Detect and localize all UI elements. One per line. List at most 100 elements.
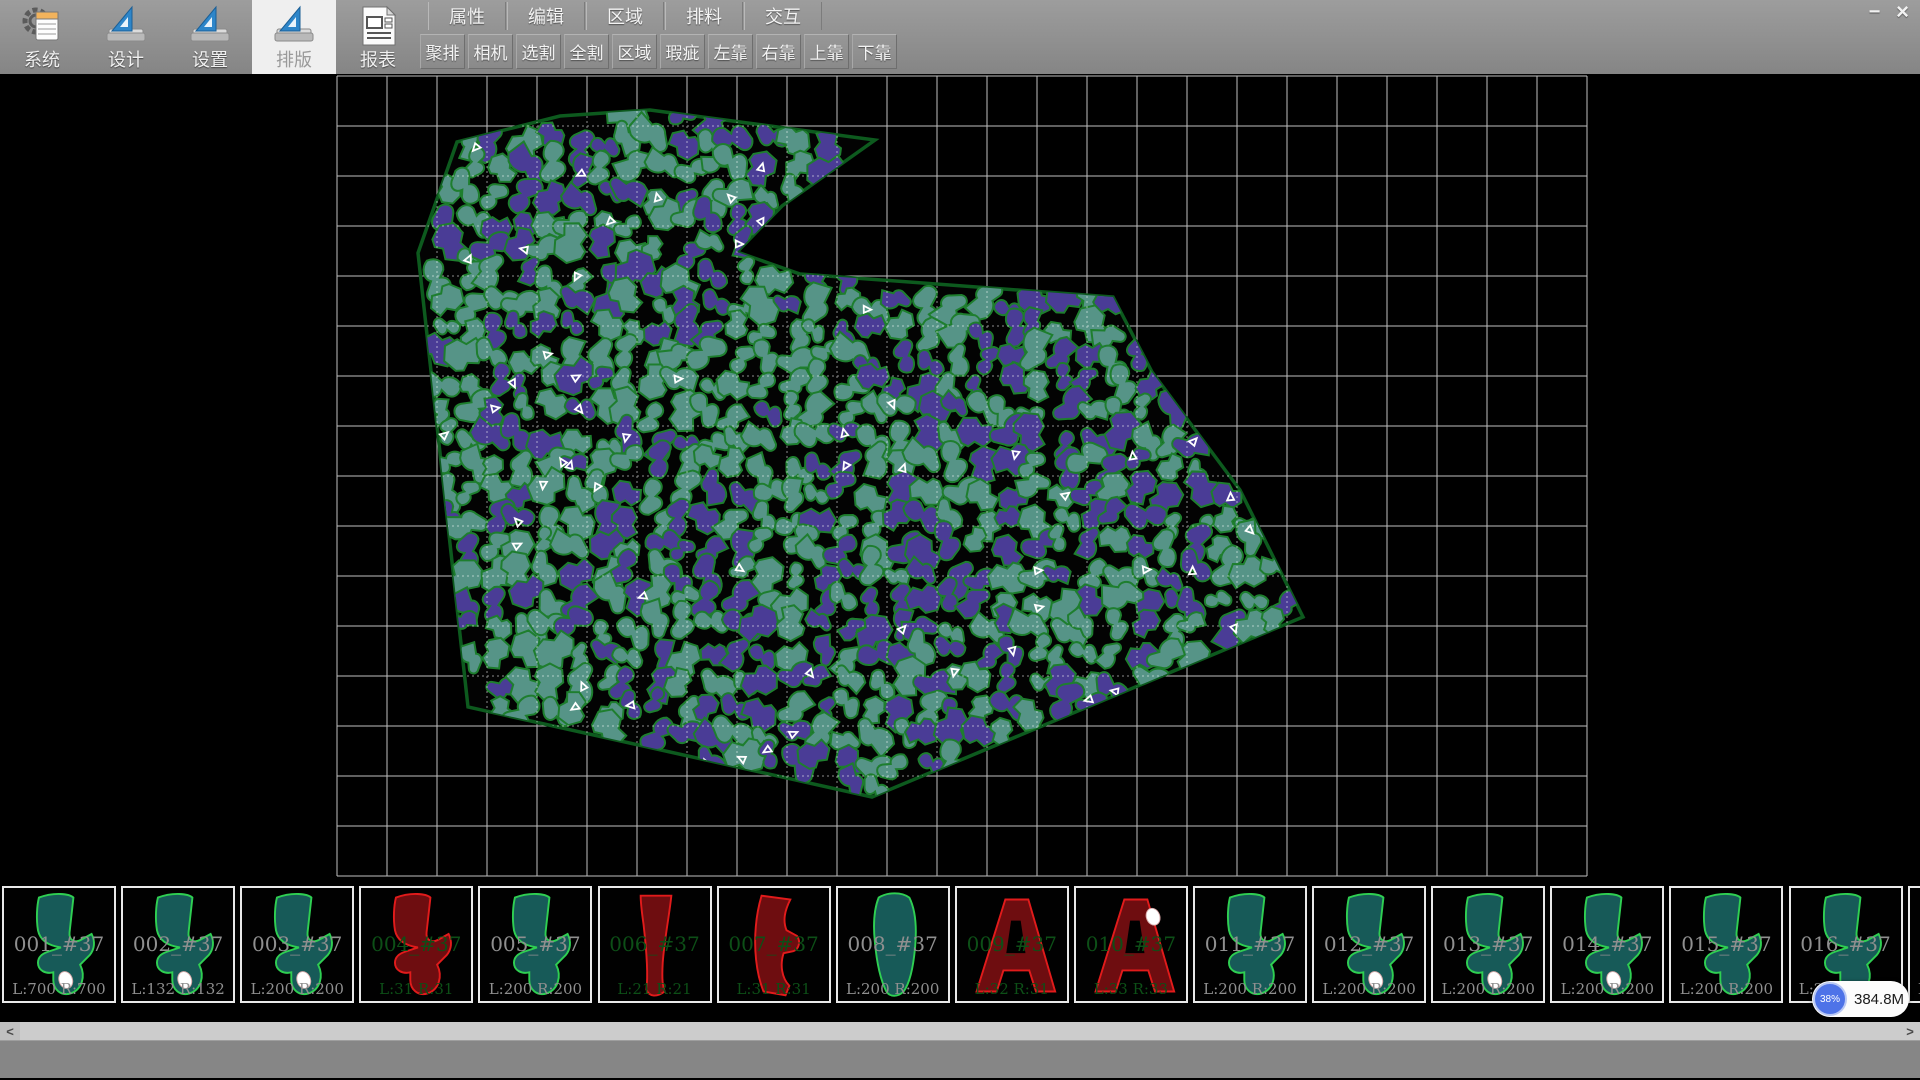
thumbnail-cell-13[interactable]: 013_#37 L:200 R:200 xyxy=(1431,886,1545,1003)
scroll-right-button[interactable]: > xyxy=(1900,1022,1920,1040)
action-button-3[interactable]: 选割 xyxy=(516,34,561,69)
menu-tab-2[interactable]: 编辑 xyxy=(507,2,585,30)
thumbnail-id-label: 016_#37 xyxy=(1791,932,1901,956)
gear-doc-icon xyxy=(25,10,58,40)
thumbnail-lr-label: L:32 R:31 xyxy=(957,980,1067,998)
thumbnail-cell-12[interactable]: 012_#37 L:200 R:200 xyxy=(1312,886,1426,1003)
action-button-7[interactable]: 左靠 xyxy=(708,34,753,69)
thumbnail-lr-label: L:31 R:31 xyxy=(719,980,829,998)
tool-button-label: 系统 xyxy=(24,49,60,71)
thumbnail-cell-2[interactable]: 002_#37 L:132 R:132 xyxy=(121,886,235,1003)
thumbnail-id-label: 008_#37 xyxy=(838,932,948,956)
thumbnail-lr-label: L:21 R:21 xyxy=(600,980,710,998)
action-button-2[interactable]: 相机 xyxy=(468,34,513,69)
thumbnail-cell-10[interactable]: 010_#37 L:33 R:33 xyxy=(1074,886,1188,1003)
thumbnail-lr-label: L:200 R:200 xyxy=(1195,980,1305,998)
thumbnail-id-label: 017_#37 xyxy=(1910,932,1920,956)
thumbnail-cell-4[interactable]: 004_#37 L:31 R:31 xyxy=(359,886,473,1003)
thumbnail-id-label: 006_#37 xyxy=(600,932,710,956)
thumbnail-id-label: 009_#37 xyxy=(957,932,1067,956)
thumbnail-id-label: 012_#37 xyxy=(1314,932,1424,956)
thumbnail-id-label: 015_#37 xyxy=(1671,932,1781,956)
gear-doc-icon xyxy=(19,3,65,49)
thumbnail-lr-label: L:33 R:33 xyxy=(1076,980,1186,998)
thumbnail-id-label: 004_#37 xyxy=(361,932,471,956)
thumbnail-lr-label: L:200 R:200 xyxy=(480,980,590,998)
thumbnail-cell-8[interactable]: 008_#37 L:200 R:200 xyxy=(836,886,950,1003)
action-button-bar: 聚排相机选割全割区域瑕疵左靠右靠上靠下靠 xyxy=(420,34,900,68)
thumbnail-lr-label: L:200 R:200 xyxy=(1671,980,1781,998)
thumbnail-id-label: 007_#37 xyxy=(719,932,829,956)
tool-button-label: 设置 xyxy=(192,49,228,71)
action-button-6[interactable]: 瑕疵 xyxy=(660,34,705,69)
menu-tab-3[interactable]: 区域 xyxy=(586,2,664,30)
thumbnail-id-label: 013_#37 xyxy=(1433,932,1543,956)
tool-button-label: 设计 xyxy=(108,49,144,71)
thumbnail-id-label: 010_#37 xyxy=(1076,932,1186,956)
thumbnail-cell-6[interactable]: 006_#37 L:21 R:21 xyxy=(598,886,712,1003)
tool-button-5[interactable]: 报表 xyxy=(336,0,420,74)
thumbnail-id-label: 014_#37 xyxy=(1552,932,1662,956)
main-toolbar: 系统设计设置排版报表 属性编辑区域排料交互 聚排相机选割全割区域瑕疵左靠右靠上靠… xyxy=(0,0,1920,74)
thumbnail-lr-label: L:200 R:200 xyxy=(242,980,352,998)
ruler-icon xyxy=(187,3,233,49)
thumbnail-lr-label: L:200 R:200 xyxy=(1910,980,1920,998)
action-button-8[interactable]: 右靠 xyxy=(756,34,801,69)
ruler-icon xyxy=(191,7,229,41)
action-button-4[interactable]: 全割 xyxy=(564,34,609,69)
thumbnail-cell-1[interactable]: 001_#37 L:700 R:700 xyxy=(2,886,116,1003)
nesting-canvas[interactable] xyxy=(0,74,1920,884)
report-icon xyxy=(355,3,401,49)
thumbnail-lr-label: L:31 R:31 xyxy=(361,980,471,998)
status-bar xyxy=(0,1040,1920,1079)
thumbnail-cell-17[interactable]: 017_#37 L:200 R:200 xyxy=(1908,886,1920,1003)
thumbnail-cell-11[interactable]: 011_#37 L:200 R:200 xyxy=(1193,886,1307,1003)
minimize-button[interactable]: − xyxy=(1861,1,1888,23)
ruler-icon xyxy=(103,3,149,49)
menu-tab-4[interactable]: 排料 xyxy=(665,2,743,30)
horizontal-scrollbar[interactable]: < > xyxy=(0,1022,1920,1040)
application-window: 系统设计设置排版报表 属性编辑区域排料交互 聚排相机选割全割区域瑕疵左靠右靠上靠… xyxy=(0,0,1920,1080)
tool-button-2[interactable]: 设计 xyxy=(84,0,168,74)
thumbnail-id-label: 002_#37 xyxy=(123,932,233,956)
thumbnail-lr-label: L:200 R:200 xyxy=(1314,980,1424,998)
action-button-9[interactable]: 上靠 xyxy=(804,34,849,69)
piece-thumbnail-strip: 001_#37 L:700 R:700 002_#37 L:132 R:132 003_… xyxy=(0,884,1920,1022)
memory-usage-label: 384.8M xyxy=(1854,981,1904,1017)
thumbnail-id-label: 001_#37 xyxy=(4,932,114,956)
thumbnail-cell-5[interactable]: 005_#37 L:200 R:200 xyxy=(478,886,592,1003)
action-button-5[interactable]: 区域 xyxy=(612,34,657,69)
report-icon xyxy=(363,7,395,45)
thumbnail-id-label: 005_#37 xyxy=(480,932,590,956)
action-button-10[interactable]: 下靠 xyxy=(852,34,897,69)
thumbnail-lr-label: L:700 R:700 xyxy=(4,980,114,998)
canvas-svg xyxy=(0,74,1920,884)
tool-button-3[interactable]: 设置 xyxy=(168,0,252,74)
ruler-icon xyxy=(275,7,313,41)
menu-tab-5[interactable]: 交互 xyxy=(744,2,822,30)
thumbnail-cell-7[interactable]: 007_#37 L:31 R:31 xyxy=(717,886,831,1003)
thumbnail-cell-3[interactable]: 003_#37 L:200 R:200 xyxy=(240,886,354,1003)
thumbnail-lr-label: L:200 R:200 xyxy=(1552,980,1662,998)
menu-tab-bar: 属性编辑区域排料交互 xyxy=(428,2,823,32)
action-button-1[interactable]: 聚排 xyxy=(420,34,465,69)
thumbnail-lr-label: L:132 R:132 xyxy=(123,980,233,998)
tool-button-1[interactable]: 系统 xyxy=(0,0,84,74)
thumbnail-lr-label: L:200 R:200 xyxy=(838,980,948,998)
tool-button-label: 报表 xyxy=(360,49,396,71)
tool-button-4[interactable]: 排版 xyxy=(252,0,336,74)
progress-percent-badge: 38% xyxy=(1813,982,1847,1016)
progress-indicator: 38% 384.8M xyxy=(1812,981,1909,1017)
ruler-icon xyxy=(271,3,317,49)
menu-tab-1[interactable]: 属性 xyxy=(428,2,506,30)
thumbnail-id-label: 011_#37 xyxy=(1195,932,1305,956)
thumbnail-cell-14[interactable]: 014_#37 L:200 R:200 xyxy=(1550,886,1664,1003)
thumbnail-cell-15[interactable]: 015_#37 L:200 R:200 xyxy=(1669,886,1783,1003)
thumbnail-cell-9[interactable]: 009_#37 L:32 R:31 xyxy=(955,886,1069,1003)
tool-button-label: 排版 xyxy=(276,49,312,71)
thumbnail-lr-label: L:200 R:200 xyxy=(1433,980,1543,998)
close-button[interactable]: × xyxy=(1889,1,1916,23)
thumbnail-id-label: 003_#37 xyxy=(242,932,352,956)
ruler-icon xyxy=(107,7,145,41)
scroll-left-button[interactable]: < xyxy=(0,1022,20,1040)
